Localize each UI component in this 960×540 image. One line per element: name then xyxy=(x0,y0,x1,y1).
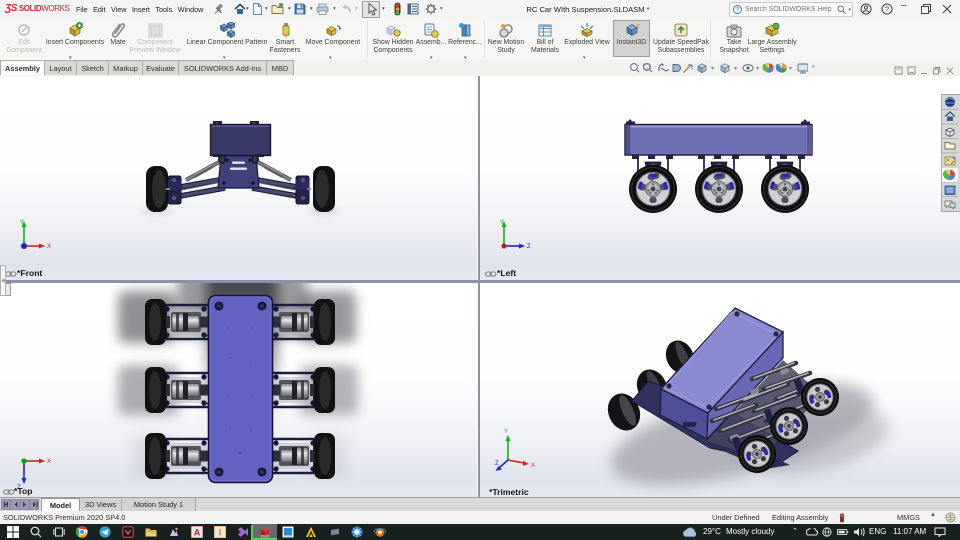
svg-text:I: I xyxy=(219,528,222,538)
svg-text:Z: Z xyxy=(527,244,531,250)
svg-text:A: A xyxy=(194,528,201,538)
svg-text:Z: Z xyxy=(495,461,499,467)
svg-text:Y: Y xyxy=(504,429,508,435)
svg-text:X: X xyxy=(47,244,51,250)
svg-text:X: X xyxy=(531,463,535,469)
svg-text:▾: ▾ xyxy=(711,66,714,72)
svg-text:?: ? xyxy=(885,5,889,14)
svg-text:Y: Y xyxy=(500,220,504,226)
svg-text:▾: ▾ xyxy=(756,66,759,72)
svg-text:Y: Y xyxy=(20,220,24,226)
svg-text:2020: 2020 xyxy=(261,534,271,539)
svg-text:▾: ▾ xyxy=(734,66,737,72)
svg-text:X: X xyxy=(47,459,51,465)
svg-text:▾: ▾ xyxy=(789,66,792,72)
